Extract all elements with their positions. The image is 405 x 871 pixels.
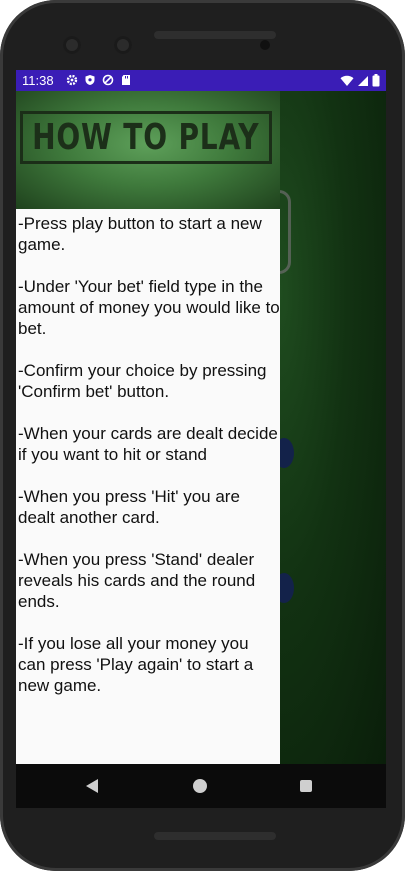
phone-frame: 11:38 HOW TO PLAY -Press play button to … [0, 0, 405, 871]
game-table-background [280, 91, 386, 764]
how-to-play-header: HOW TO PLAY [16, 91, 280, 209]
status-system-icons [340, 74, 380, 87]
signal-icon [358, 75, 368, 86]
status-notification-icons [66, 74, 132, 86]
earpiece-speaker [154, 31, 276, 39]
instruction-item: -Press play button to start a new game. [18, 214, 262, 254]
instruction-item: -If you lose all your money you can pres… [18, 634, 254, 695]
home-icon[interactable] [193, 779, 207, 793]
status-time: 11:38 [22, 73, 54, 88]
battery-icon [372, 74, 380, 87]
shield-icon [85, 75, 95, 85]
instruction-item: -Confirm your choice by pressing 'Confir… [18, 361, 267, 401]
title-frame: HOW TO PLAY [20, 111, 272, 164]
instruction-item: -When you press 'Hit' you are dealt anot… [18, 487, 240, 527]
instruction-item: -Under 'Your bet' field type in the amou… [18, 277, 280, 338]
gear-icon [66, 74, 78, 86]
sd-card-icon [122, 75, 130, 85]
screen: 11:38 HOW TO PLAY -Press play button to … [16, 70, 386, 764]
instructions-list: -Press play button to start a new game. … [16, 213, 280, 717]
wifi-icon [340, 75, 354, 86]
front-camera-2-icon [114, 36, 132, 54]
page-title: HOW TO PLAY [32, 117, 260, 158]
front-camera-icon [63, 36, 81, 54]
back-icon[interactable] [86, 779, 98, 793]
instruction-item: -When you press 'Stand' dealer reveals h… [18, 550, 256, 611]
status-bar: 11:38 [16, 70, 386, 91]
proximity-sensor [260, 40, 270, 50]
bottom-speaker [154, 832, 276, 840]
recents-icon[interactable] [300, 780, 312, 792]
instruction-item: -When your cards are dealt decide if you… [18, 424, 278, 464]
navigation-bar [16, 764, 386, 808]
how-to-play-panel: HOW TO PLAY -Press play button to start … [16, 91, 280, 764]
no-sync-icon [102, 74, 114, 86]
top-bezel [0, 0, 405, 70]
